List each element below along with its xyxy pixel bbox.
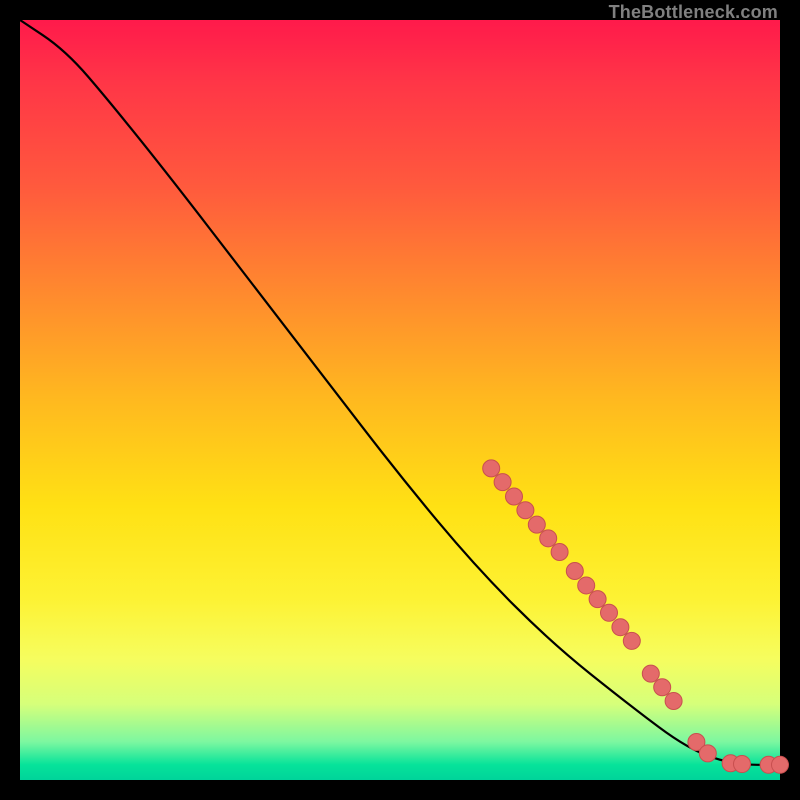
data-point [483, 460, 500, 477]
data-point [540, 530, 557, 547]
data-point [642, 665, 659, 682]
data-point [601, 604, 618, 621]
data-point [566, 563, 583, 580]
data-point [528, 516, 545, 533]
data-point [578, 577, 595, 594]
data-point [506, 488, 523, 505]
chart-svg [20, 20, 780, 780]
data-point [699, 745, 716, 762]
data-point [494, 474, 511, 491]
data-point [734, 756, 751, 773]
data-point [654, 679, 671, 696]
data-point [772, 756, 789, 773]
data-points [483, 460, 789, 773]
data-point [623, 632, 640, 649]
chart-frame: TheBottleneck.com [0, 0, 800, 800]
data-point [612, 619, 629, 636]
data-point [551, 544, 568, 561]
plot-area [20, 20, 780, 780]
data-point [517, 502, 534, 519]
data-point [665, 692, 682, 709]
data-point [589, 591, 606, 608]
data-curve [20, 20, 780, 765]
